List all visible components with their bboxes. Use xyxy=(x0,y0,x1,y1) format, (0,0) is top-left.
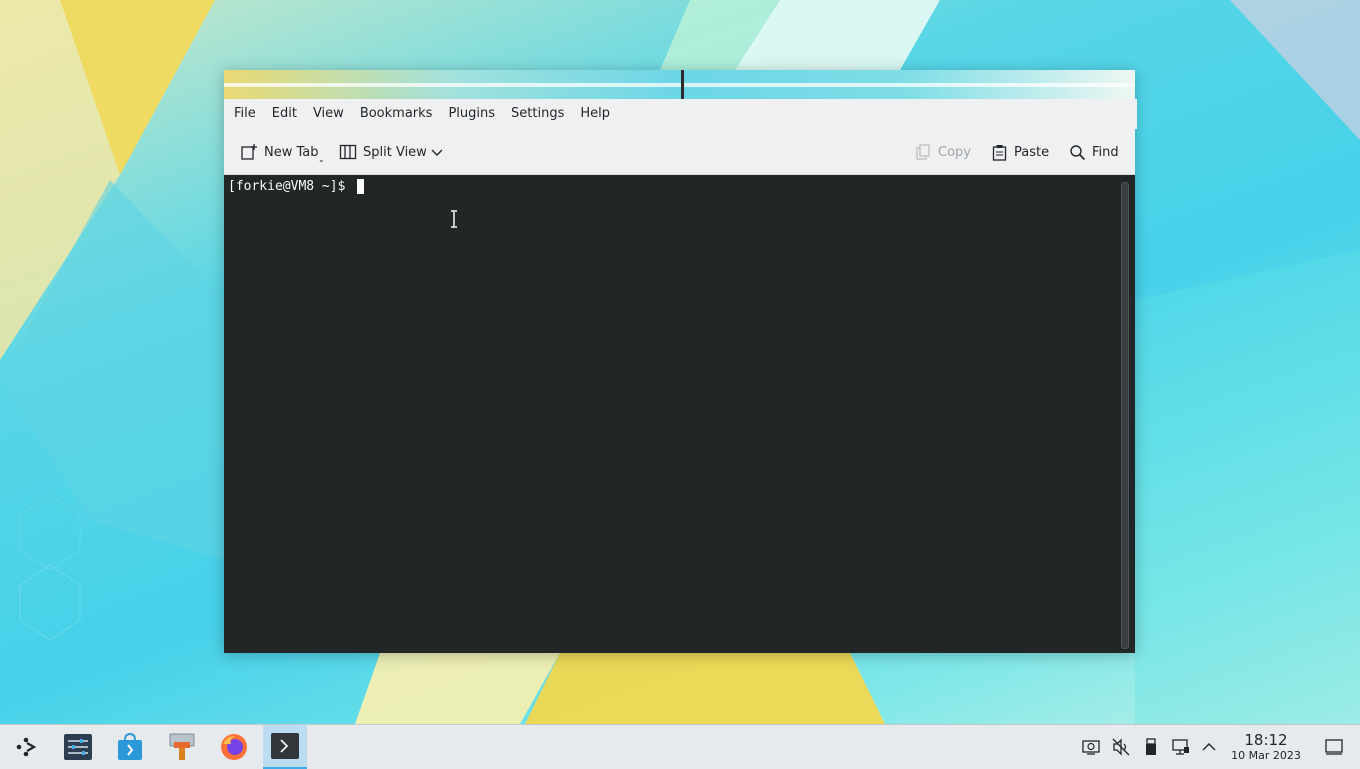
clock-date: 10 Mar 2023 xyxy=(1231,749,1301,762)
menu-bookmarks[interactable]: Bookmarks xyxy=(352,102,441,126)
titlebar-highlight xyxy=(224,83,1135,87)
new-tab-icon xyxy=(241,144,257,160)
split-view-button[interactable]: Split View xyxy=(339,139,427,165)
konsole-icon xyxy=(271,733,299,759)
tray-screen-capture[interactable] xyxy=(1081,737,1101,757)
taskbar-firefox[interactable] xyxy=(212,725,256,769)
terminal-scrollbar[interactable] xyxy=(1121,182,1129,649)
paste-icon xyxy=(992,144,1007,161)
new-tab-label: New Tab xyxy=(264,144,319,160)
paste-label: Paste xyxy=(1014,144,1050,160)
ibeam-pointer-icon xyxy=(451,210,457,228)
taskbar-discover[interactable] xyxy=(108,725,152,769)
taskbar-dev-tool[interactable] xyxy=(160,725,204,769)
new-tab-menu-indicator[interactable]: ⌄ xyxy=(318,155,325,164)
menu-view[interactable]: View xyxy=(305,102,352,126)
new-tab-button[interactable]: New Tab xyxy=(240,139,319,165)
application-launcher-icon xyxy=(16,737,37,757)
show-desktop-icon xyxy=(1325,739,1343,755)
firefox-icon xyxy=(221,734,247,760)
chevron-up-icon xyxy=(1202,743,1216,751)
main-toolbar: New Tab ⌄ Split View Copy Paste Find xyxy=(224,129,1135,175)
tray-usb[interactable] xyxy=(1141,737,1161,757)
menu-edit[interactable]: Edit xyxy=(264,102,305,126)
network-wired-icon xyxy=(1172,739,1189,755)
volume-muted-icon xyxy=(1112,738,1130,756)
find-label: Find xyxy=(1092,144,1119,160)
titlebar-divider xyxy=(681,70,684,99)
tray-network[interactable] xyxy=(1171,737,1191,757)
clock-time: 18:12 xyxy=(1244,731,1288,749)
screen-capture-icon xyxy=(1082,740,1100,755)
usb-device-icon xyxy=(1146,738,1156,755)
chevron-down-icon xyxy=(431,149,443,156)
hammer-dev-tool-icon xyxy=(169,733,195,760)
split-view-label: Split View xyxy=(363,144,427,160)
text-cursor xyxy=(357,179,364,194)
copy-label: Copy xyxy=(938,144,971,160)
application-launcher[interactable] xyxy=(4,725,48,769)
menu-plugins[interactable]: Plugins xyxy=(440,102,503,126)
find-button[interactable]: Find xyxy=(1069,139,1119,165)
menu-help[interactable]: Help xyxy=(572,102,618,126)
menu-settings[interactable]: Settings xyxy=(503,102,572,126)
shell-prompt: [forkie@VM8 ~]$ xyxy=(228,179,354,194)
menu-bar: File Edit View Bookmarks Plugins Setting… xyxy=(224,99,1137,129)
search-icon xyxy=(1070,144,1086,160)
discover-store-icon xyxy=(118,733,142,760)
copy-icon xyxy=(916,143,930,160)
split-view-icon xyxy=(339,144,357,160)
split-view-dropdown[interactable] xyxy=(430,139,450,165)
tray-expand[interactable] xyxy=(1199,737,1219,757)
menu-file[interactable]: File xyxy=(226,102,264,126)
taskbar-panel: 18:12 10 Mar 2023 xyxy=(0,724,1360,769)
taskbar-konsole[interactable] xyxy=(263,725,307,769)
taskbar-system-settings[interactable] xyxy=(56,725,100,769)
terminal-area[interactable]: [forkie@VM8 ~]$ xyxy=(224,175,1135,653)
window-titlebar[interactable] xyxy=(224,70,1135,99)
show-desktop-button[interactable] xyxy=(1324,737,1344,757)
paste-button[interactable]: Paste xyxy=(991,139,1049,165)
digital-clock[interactable]: 18:12 10 Mar 2023 xyxy=(1222,732,1310,763)
system-settings-icon xyxy=(64,734,92,760)
konsole-window[interactable]: File Edit View Bookmarks Plugins Setting… xyxy=(224,70,1137,653)
tray-volume[interactable] xyxy=(1111,737,1131,757)
copy-button[interactable]: Copy xyxy=(915,139,971,165)
